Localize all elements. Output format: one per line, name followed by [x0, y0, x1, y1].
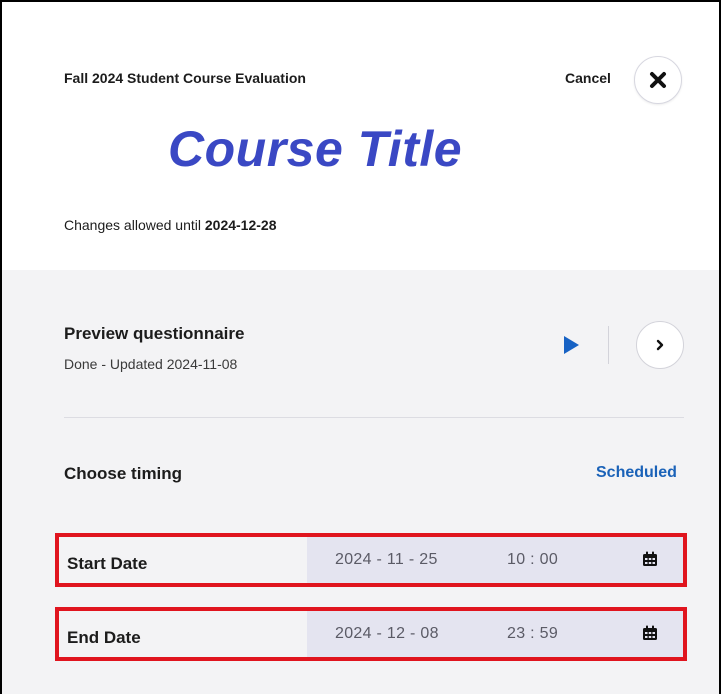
calendar-icon[interactable]: [642, 625, 658, 641]
end-time-value[interactable]: 23 : 59: [507, 625, 558, 643]
start-time-value[interactable]: 10 : 00: [507, 551, 558, 569]
settings-section: Preview questionnaire Done - Updated 202…: [2, 270, 719, 694]
end-date-value[interactable]: 2024 - 12 - 08: [335, 625, 439, 643]
section-divider: [64, 417, 684, 418]
timing-title: Choose timing: [64, 464, 183, 483]
changes-prefix: Changes allowed until: [64, 217, 201, 233]
calendar-icon[interactable]: [642, 551, 658, 567]
cancel-label[interactable]: Cancel: [565, 70, 611, 86]
play-icon[interactable]: [564, 336, 579, 354]
evaluation-title: Fall 2024 Student Course Evaluation: [64, 70, 306, 86]
end-date-field[interactable]: 2024 - 12 - 08 23 : 59: [307, 611, 683, 657]
end-date-label: End Date: [67, 628, 141, 647]
course-title: Course Title: [168, 121, 463, 177]
changes-date: 2024-12-28: [204, 217, 277, 233]
start-date-field[interactable]: 2024 - 11 - 25 10 : 00: [307, 537, 683, 583]
preview-title: Preview questionnaire: [64, 324, 245, 343]
end-date-row: End Date 2024 - 12 - 08 23 : 59: [55, 607, 687, 661]
close-button[interactable]: [634, 56, 682, 104]
vertical-divider: [608, 326, 609, 364]
preview-next-button[interactable]: [636, 321, 684, 369]
timing-mode-link[interactable]: Scheduled: [596, 464, 677, 482]
start-date-value[interactable]: 2024 - 11 - 25: [335, 551, 438, 569]
start-date-row: Start Date 2024 - 11 - 25 10 : 00: [55, 533, 687, 587]
changes-deadline: Changes allowed until 2024-12-28: [64, 217, 277, 233]
close-icon: [650, 72, 666, 88]
preview-status: Done - Updated 2024-11-08: [64, 356, 238, 372]
evaluation-panel: Fall 2024 Student Course Evaluation Canc…: [0, 0, 721, 694]
panel-header: Fall 2024 Student Course Evaluation Canc…: [2, 2, 719, 270]
start-date-label: Start Date: [67, 554, 148, 573]
chevron-right-icon: [656, 339, 664, 351]
